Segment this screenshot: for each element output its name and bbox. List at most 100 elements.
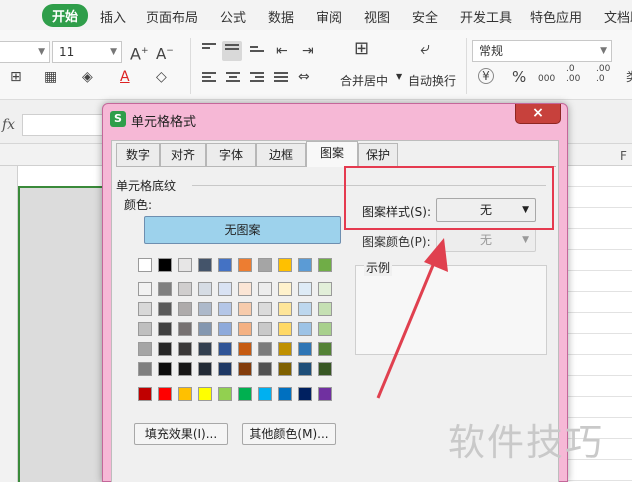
- theme-shade-swatch[interactable]: [238, 302, 252, 316]
- standard-color-swatch[interactable]: [178, 387, 192, 401]
- font-name-select[interactable]: ▼: [0, 41, 50, 63]
- theme-color-swatch[interactable]: [238, 258, 252, 272]
- name-box[interactable]: [22, 114, 112, 136]
- theme-shade-swatch[interactable]: [298, 342, 312, 356]
- theme-color-swatch[interactable]: [298, 258, 312, 272]
- theme-shade-swatch[interactable]: [298, 282, 312, 296]
- theme-shade-swatch[interactable]: [278, 342, 292, 356]
- distributed-icon[interactable]: ⇔: [298, 68, 310, 86]
- theme-shade-swatch[interactable]: [198, 322, 212, 336]
- theme-shade-swatch[interactable]: [178, 282, 192, 296]
- theme-shade-swatch[interactable]: [178, 362, 192, 376]
- theme-shade-swatch[interactable]: [138, 362, 152, 376]
- ribbon-tab-8[interactable]: 开发工具: [460, 7, 512, 26]
- decrease-font-size-button[interactable]: A−: [156, 42, 174, 63]
- theme-color-swatch[interactable]: [218, 258, 232, 272]
- tab-4[interactable]: 图案: [306, 141, 358, 167]
- increase-decimal-button[interactable]: .0 .00: [566, 64, 580, 84]
- theme-shade-swatch[interactable]: [158, 322, 172, 336]
- align-middle-icon[interactable]: [222, 41, 242, 61]
- cell-type-button[interactable]: 类: [626, 68, 632, 86]
- standard-color-swatch[interactable]: [298, 387, 312, 401]
- standard-color-swatch[interactable]: [258, 387, 272, 401]
- ribbon-tab-3[interactable]: 公式: [220, 7, 246, 26]
- align-right-icon[interactable]: [250, 72, 264, 84]
- theme-shade-swatch[interactable]: [178, 302, 192, 316]
- standard-color-swatch[interactable]: [278, 387, 292, 401]
- theme-shade-swatch[interactable]: [218, 362, 232, 376]
- ribbon-tab-1[interactable]: 插入: [100, 7, 126, 26]
- justify-icon[interactable]: [274, 72, 288, 84]
- theme-shade-swatch[interactable]: [258, 322, 272, 336]
- number-format-select[interactable]: 常规 ▼: [472, 40, 612, 62]
- theme-shade-swatch[interactable]: [298, 302, 312, 316]
- tab-5[interactable]: 保护: [358, 143, 398, 166]
- tab-1[interactable]: 对齐: [160, 143, 206, 166]
- theme-shade-swatch[interactable]: [238, 362, 252, 376]
- chevron-down-icon[interactable]: ▼: [396, 72, 402, 81]
- theme-shade-swatch[interactable]: [318, 362, 332, 376]
- selected-cell-range[interactable]: [18, 186, 104, 482]
- wrap-text-icon[interactable]: ⤶: [420, 40, 430, 58]
- theme-shade-swatch[interactable]: [218, 282, 232, 296]
- merge-center-button[interactable]: 合并居中: [340, 72, 388, 89]
- cell-style-icon[interactable]: ▦: [44, 68, 57, 86]
- theme-shade-swatch[interactable]: [218, 302, 232, 316]
- no-pattern-button[interactable]: 无图案: [144, 216, 341, 244]
- standard-color-swatch[interactable]: [318, 387, 332, 401]
- ribbon-tab-2[interactable]: 页面布局: [146, 7, 198, 26]
- font-color-icon[interactable]: A: [120, 68, 130, 86]
- theme-shade-swatch[interactable]: [138, 322, 152, 336]
- theme-shade-swatch[interactable]: [318, 282, 332, 296]
- theme-shade-swatch[interactable]: [198, 342, 212, 356]
- standard-color-swatch[interactable]: [138, 387, 152, 401]
- indent-increase-icon[interactable]: ⇥: [302, 42, 314, 60]
- wrap-text-button[interactable]: 自动换行: [408, 72, 456, 89]
- fill-effects-button[interactable]: 填充效果(I)...: [134, 423, 228, 445]
- theme-shade-swatch[interactable]: [138, 302, 152, 316]
- tab-2[interactable]: 字体: [206, 143, 256, 166]
- theme-shade-swatch[interactable]: [158, 282, 172, 296]
- theme-shade-swatch[interactable]: [258, 362, 272, 376]
- close-button[interactable]: ×: [515, 104, 561, 124]
- font-size-select[interactable]: 11 ▼: [52, 41, 122, 63]
- theme-shade-swatch[interactable]: [158, 362, 172, 376]
- ribbon-tab-9[interactable]: 特色应用: [530, 7, 582, 26]
- merge-center-icon[interactable]: ⊞: [354, 40, 369, 58]
- theme-shade-swatch[interactable]: [278, 282, 292, 296]
- currency-icon[interactable]: ¥: [478, 68, 494, 84]
- theme-color-swatch[interactable]: [318, 258, 332, 272]
- theme-shade-swatch[interactable]: [158, 302, 172, 316]
- theme-color-swatch[interactable]: [278, 258, 292, 272]
- theme-shade-swatch[interactable]: [258, 342, 272, 356]
- theme-shade-swatch[interactable]: [178, 342, 192, 356]
- eraser-icon[interactable]: ◇: [156, 68, 167, 86]
- ribbon-tab-0[interactable]: 开始: [42, 4, 89, 27]
- align-top-icon[interactable]: [202, 43, 216, 51]
- theme-shade-swatch[interactable]: [198, 362, 212, 376]
- align-center-icon[interactable]: [226, 72, 240, 84]
- more-colors-button[interactable]: 其他颜色(M)...: [242, 423, 336, 445]
- theme-shade-swatch[interactable]: [158, 342, 172, 356]
- theme-color-swatch[interactable]: [158, 258, 172, 272]
- ribbon-tab-4[interactable]: 数据: [268, 7, 294, 26]
- theme-shade-swatch[interactable]: [198, 282, 212, 296]
- theme-color-swatch[interactable]: [178, 258, 192, 272]
- increase-font-size-button[interactable]: A+: [130, 42, 149, 63]
- fill-color-icon[interactable]: ◈: [82, 68, 93, 86]
- theme-shade-swatch[interactable]: [278, 302, 292, 316]
- theme-shade-swatch[interactable]: [318, 322, 332, 336]
- ribbon-tab-6[interactable]: 视图: [364, 7, 390, 26]
- align-left-icon[interactable]: [202, 72, 216, 84]
- theme-shade-swatch[interactable]: [178, 322, 192, 336]
- standard-color-swatch[interactable]: [218, 387, 232, 401]
- theme-shade-swatch[interactable]: [318, 302, 332, 316]
- standard-color-swatch[interactable]: [238, 387, 252, 401]
- theme-color-swatch[interactable]: [258, 258, 272, 272]
- ribbon-tab-5[interactable]: 审阅: [316, 7, 342, 26]
- ribbon-tab-7[interactable]: 安全: [412, 7, 438, 26]
- theme-shade-swatch[interactable]: [298, 322, 312, 336]
- theme-shade-swatch[interactable]: [138, 342, 152, 356]
- theme-shade-swatch[interactable]: [278, 362, 292, 376]
- theme-shade-swatch[interactable]: [198, 302, 212, 316]
